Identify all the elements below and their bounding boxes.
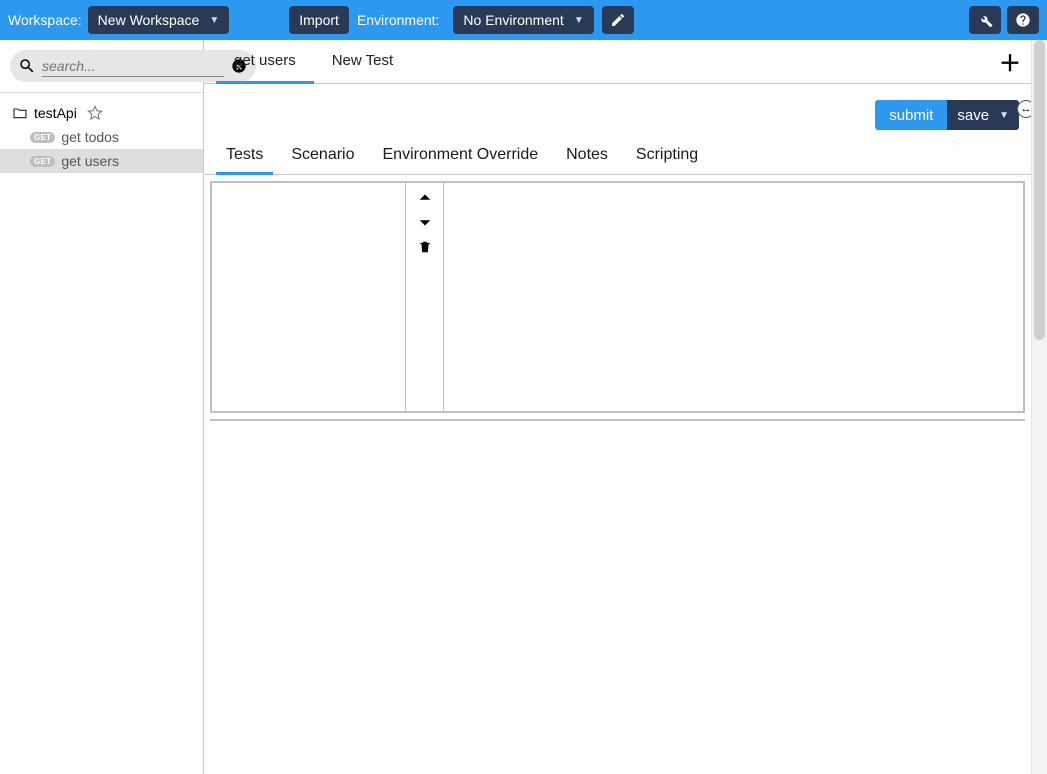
search-icon: [18, 57, 36, 75]
plus-icon: ＋: [999, 51, 1021, 76]
wrench-icon: [977, 12, 993, 28]
workspace-dropdown[interactable]: New Workspace ▼: [88, 6, 230, 34]
help-button[interactable]: [1007, 6, 1039, 34]
search-input[interactable]: [42, 56, 224, 77]
help-icon: [1015, 12, 1031, 28]
edit-environment-button[interactable]: [602, 6, 634, 34]
search-row: [0, 40, 203, 93]
vertical-scrollbar[interactable]: [1031, 40, 1047, 774]
tests-panel: [204, 175, 1031, 419]
environment-dropdown[interactable]: No Environment ▼: [453, 6, 593, 34]
caret-down-icon: ▼: [574, 15, 584, 26]
caret-down-icon: ▼: [209, 15, 219, 26]
results-panel: [210, 419, 1025, 421]
tree-folder[interactable]: testApi: [0, 101, 203, 125]
sub-tab-tests[interactable]: Tests: [216, 138, 273, 175]
test-right-column[interactable]: [444, 183, 1023, 411]
submit-button[interactable]: submit: [875, 100, 947, 130]
tab-new-test[interactable]: New Test: [314, 40, 411, 84]
settings-button[interactable]: [969, 6, 1001, 34]
folder-icon: [12, 105, 28, 121]
workspace-value: New Workspace: [98, 12, 200, 28]
add-tab-button[interactable]: ＋: [999, 46, 1021, 78]
save-label: save: [957, 107, 989, 124]
sub-tab-strip: Tests Scenario Environment Override Note…: [204, 138, 1031, 174]
tree-item-label: get todos: [61, 129, 119, 145]
import-button[interactable]: Import: [289, 6, 349, 34]
delete-button[interactable]: [418, 239, 432, 255]
sub-tab-notes[interactable]: Notes: [556, 138, 618, 175]
sub-tab-label: Notes: [566, 146, 608, 163]
tree-item-get-todos[interactable]: GET get todos: [0, 125, 203, 149]
environment-value: No Environment: [463, 12, 563, 28]
star-icon[interactable]: [87, 105, 103, 121]
content-area: get users New Test ＋ submit save ▼ ↔ Te: [204, 40, 1047, 774]
test-controls-column: [406, 183, 444, 411]
action-row: submit save ▼ ↔: [204, 84, 1031, 138]
sub-tab-label: Scripting: [636, 146, 698, 163]
sidebar: testApi GET get todos GET get users: [0, 40, 204, 774]
sub-tab-scripting[interactable]: Scripting: [626, 138, 708, 175]
topbar: Workspace: New Workspace ▼ Import Enviro…: [0, 0, 1047, 40]
folder-name: testApi: [34, 105, 77, 121]
chevron-down-icon: [417, 215, 433, 229]
test-left-column[interactable]: [212, 183, 406, 411]
tree-item-label: get users: [61, 153, 119, 169]
trash-icon: [418, 239, 432, 255]
caret-down-icon: ▼: [999, 110, 1009, 121]
sub-tab-label: Scenario: [291, 146, 354, 163]
tab-get-users[interactable]: get users: [216, 40, 314, 84]
request-tree: testApi GET get todos GET get users: [0, 93, 203, 181]
chevron-up-icon: [417, 191, 433, 205]
sub-tab-label: Environment Override: [383, 146, 539, 163]
method-badge: GET: [30, 132, 55, 143]
tab-label: New Test: [332, 52, 393, 69]
resize-horizontal-icon: ↔: [1021, 103, 1032, 115]
sub-tab-label: Tests: [226, 146, 263, 163]
environment-label: Environment:: [357, 12, 439, 28]
tab-strip: get users New Test ＋: [204, 40, 1031, 84]
tab-label: get users: [234, 52, 296, 69]
move-down-button[interactable]: [417, 215, 433, 229]
test-row: [210, 181, 1025, 413]
scrollbar-thumb[interactable]: [1034, 40, 1045, 340]
sub-tab-env-override[interactable]: Environment Override: [373, 138, 549, 175]
workspace-label: Workspace:: [8, 12, 82, 28]
pencil-icon: [610, 12, 626, 28]
move-up-button[interactable]: [417, 191, 433, 205]
tree-item-get-users[interactable]: GET get users: [0, 149, 203, 173]
sub-tab-scenario[interactable]: Scenario: [281, 138, 364, 175]
save-button[interactable]: save ▼: [947, 100, 1019, 130]
method-badge: GET: [30, 156, 55, 167]
